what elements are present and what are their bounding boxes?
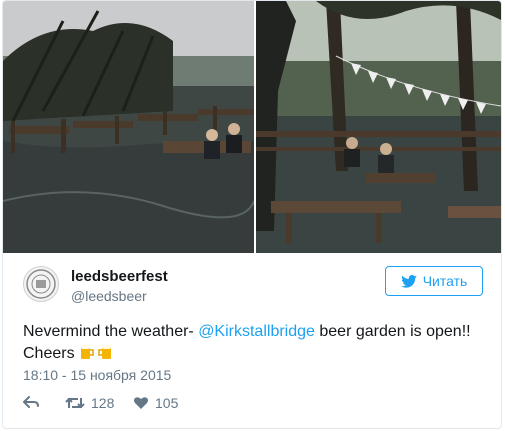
mention-link[interactable]: @Kirkstallbridge: [198, 323, 315, 340]
heart-icon: [133, 396, 149, 410]
user-handle[interactable]: @leedsbeer: [71, 288, 147, 304]
avatar[interactable]: [23, 266, 59, 302]
retweet-count: 128: [91, 395, 115, 411]
tweet-header: leedsbeerfest @leedsbeer Читать: [23, 266, 483, 306]
tweet-card: leedsbeerfest @leedsbeer Читать Nevermin…: [2, 0, 502, 429]
follow-button[interactable]: Читать: [385, 266, 483, 296]
follow-button-label: Читать: [422, 273, 468, 289]
tweet-text-part: Nevermind the weather-: [23, 323, 199, 340]
beer-mugs-emoji: [79, 343, 97, 368]
tweet-text-line2: Cheers: [23, 345, 80, 362]
reply-button[interactable]: [23, 395, 39, 409]
like-count: 105: [155, 395, 179, 411]
flooded-beer-garden-benches-photo[interactable]: [256, 1, 501, 253]
retweet-icon: [65, 396, 85, 410]
twitter-bird-icon: [400, 274, 417, 288]
reply-icon: [23, 395, 39, 409]
tweet-timestamp[interactable]: 18:10 - 15 ноября 2015: [23, 367, 171, 383]
tweet-text-part: beer garden is open!!: [314, 323, 471, 340]
beer-mugs-emoji: [97, 343, 115, 368]
display-name[interactable]: leedsbeerfest: [71, 268, 168, 285]
tweet-text: Nevermind the weather- @Kirkstallbridge …: [23, 321, 483, 368]
retweet-button[interactable]: 128: [65, 395, 114, 411]
tweet-media[interactable]: [3, 1, 501, 253]
flooded-beer-garden-people-photo[interactable]: [3, 1, 254, 253]
like-button[interactable]: 105: [133, 395, 178, 411]
